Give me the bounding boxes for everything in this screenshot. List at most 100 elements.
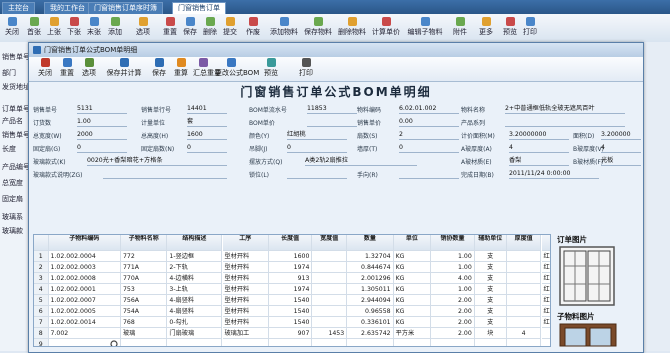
grid-cell[interactable] — [431, 339, 475, 346]
grid-cell[interactable]: 支 — [474, 306, 507, 317]
grid-cell[interactable]: 1.305011 — [347, 284, 394, 295]
grid-cell[interactable]: 1.00 — [431, 284, 475, 295]
field-value[interactable]: 2 — [399, 130, 459, 140]
grid-cell[interactable]: 1.00 — [431, 262, 475, 273]
grid-cell[interactable]: 0.96558 — [347, 306, 394, 317]
grid-cell[interactable]: 1-竖边框 — [167, 251, 223, 262]
dialog-toolbar-button[interactable]: 打印 — [295, 58, 317, 80]
grid-cell[interactable]: 型材开料 — [222, 251, 269, 262]
grid-cell[interactable]: 4 — [506, 328, 542, 339]
field-value[interactable]: 2+中普通框低轨全玻无遮风百叶 — [505, 104, 625, 114]
grid-cell[interactable]: 支 — [474, 262, 507, 273]
grid-cell[interactable] — [542, 339, 551, 346]
toolbar-button[interactable]: 提交 — [220, 16, 240, 40]
grid-cell[interactable]: 0.844674 — [347, 262, 394, 273]
grid-cell[interactable]: 1.02.002.0003 — [48, 262, 121, 273]
grid-cell[interactable]: 2.00 — [431, 328, 475, 339]
app-tab[interactable]: 门窗销售订单序时簿 — [88, 2, 163, 14]
dialog-toolbar-button[interactable]: 关闭 — [35, 58, 55, 80]
field-value[interactable]: 4 — [601, 143, 641, 153]
toolbar-button[interactable]: 删除物料 — [336, 16, 368, 40]
grid-cell[interactable] — [506, 306, 542, 317]
grid-cell[interactable] — [507, 339, 542, 346]
grid-cell[interactable] — [506, 317, 542, 328]
grid-cell[interactable]: 2.00 — [431, 317, 475, 328]
grid-cell[interactable]: 门扇玻璃 — [167, 328, 223, 339]
grid-cell[interactable]: KG — [393, 284, 432, 295]
field-value[interactable]: 2000 — [77, 130, 127, 140]
toolbar-button[interactable]: 打印 — [520, 16, 540, 40]
field-value[interactable]: 5131 — [77, 104, 127, 114]
grid-cell[interactable]: 2.944094 — [347, 295, 394, 306]
grid-cell[interactable]: KG — [393, 306, 432, 317]
grid-cell[interactable]: 1600 — [268, 251, 313, 262]
grid-cell[interactable]: 2-下轨 — [167, 262, 223, 273]
grid-cell[interactable] — [347, 339, 394, 346]
grid-cell[interactable]: 红胡桃 — [541, 295, 550, 306]
grid-cell[interactable]: 型材开料 — [222, 262, 269, 273]
field-value[interactable]: 6.02.01.002 — [399, 104, 459, 114]
grid-cell[interactable]: KG — [393, 317, 432, 328]
grid-cell[interactable]: 1.02.002.0004 — [48, 251, 121, 262]
grid-cell[interactable]: 支 — [474, 284, 507, 295]
grid-cell[interactable]: 768 — [121, 317, 168, 328]
field-value[interactable] — [103, 169, 227, 179]
grid-cell[interactable]: 1.02.002.0001 — [48, 284, 121, 295]
field-value[interactable]: 0 — [187, 143, 227, 153]
grid-cell[interactable]: 块 — [474, 328, 507, 339]
grid-column-header[interactable]: 厚度值 — [506, 235, 542, 251]
dialog-toolbar-button[interactable]: 预览 — [249, 58, 293, 80]
toolbar-button[interactable]: 保存物料 — [302, 16, 334, 40]
app-tab[interactable]: 门窗销售订单 — [172, 2, 226, 14]
grid-cell[interactable] — [312, 295, 348, 306]
field-value[interactable]: 0 — [287, 143, 347, 153]
grid-cell[interactable] — [506, 284, 542, 295]
grid-cell[interactable]: 支 — [474, 295, 507, 306]
grid-cell[interactable] — [312, 339, 348, 346]
grid-cell[interactable]: 913 — [268, 273, 313, 284]
grid-cell[interactable]: 支 — [474, 317, 507, 328]
grid-column-header[interactable]: 子物料名称 — [121, 235, 168, 251]
grid-cell[interactable]: 753 — [121, 284, 168, 295]
grid-cell[interactable]: 型材开料 — [222, 295, 269, 306]
grid-cell[interactable]: 平方米 — [393, 328, 432, 339]
field-value[interactable]: 1600 — [187, 130, 227, 140]
grid-column-header[interactable]: 销协数量 — [431, 235, 475, 251]
grid-cell[interactable]: 3-上轨 — [167, 284, 223, 295]
grid-cell[interactable]: 1.00 — [431, 251, 475, 262]
field-value[interactable]: A类2轨2扇推拉 — [305, 156, 417, 166]
grid-cell[interactable]: 2.00 — [431, 306, 475, 317]
lookup-search-icon[interactable] — [110, 340, 119, 346]
toolbar-button[interactable]: 保存 — [180, 16, 200, 40]
grid-cell[interactable]: 1974 — [268, 262, 313, 273]
grid-cell[interactable]: 红胡桃 — [541, 273, 550, 284]
dialog-toolbar-button[interactable]: 汇总重量 — [193, 58, 221, 80]
grid-cell[interactable]: 玻璃加工 — [222, 328, 269, 339]
app-tab[interactable]: 主控台 — [2, 2, 35, 14]
grid-column-header[interactable]: 单位 — [393, 235, 432, 251]
toolbar-button[interactable]: 首张 — [24, 16, 44, 40]
toolbar-button[interactable]: 上张 — [44, 16, 64, 40]
grid-cell[interactable]: 红胡桃 — [541, 284, 550, 295]
toolbar-button[interactable]: 添加 — [104, 16, 126, 40]
grid-column-header[interactable]: 宽度值 — [312, 235, 348, 251]
grid-cell[interactable]: 0-勾扎 — [167, 317, 223, 328]
toolbar-button[interactable]: 末张 — [84, 16, 104, 40]
grid-cell[interactable]: 1540 — [268, 295, 313, 306]
grid-cell[interactable] — [506, 273, 542, 284]
grid-cell[interactable] — [506, 262, 542, 273]
grid-cell[interactable]: 型材开料 — [222, 273, 269, 284]
grid-cell[interactable]: 1.32704 — [347, 251, 394, 262]
grid-cell[interactable]: 红胡桃 — [541, 262, 550, 273]
toolbar-button[interactable]: 更多 — [474, 16, 498, 40]
grid-cell[interactable]: 支 — [474, 251, 507, 262]
dialog-toolbar-button[interactable]: 保存 — [149, 58, 169, 80]
grid-cell[interactable] — [312, 317, 348, 328]
grid-cell[interactable]: 2.001296 — [347, 273, 394, 284]
toolbar-button[interactable]: 选项 — [128, 16, 158, 40]
grid-cell[interactable]: 红胡桃 — [541, 317, 550, 328]
toolbar-button[interactable]: 下张 — [64, 16, 84, 40]
grid-cell[interactable] — [506, 251, 542, 262]
grid-cell[interactable] — [541, 328, 550, 339]
field-value[interactable]: 0 — [77, 143, 127, 153]
